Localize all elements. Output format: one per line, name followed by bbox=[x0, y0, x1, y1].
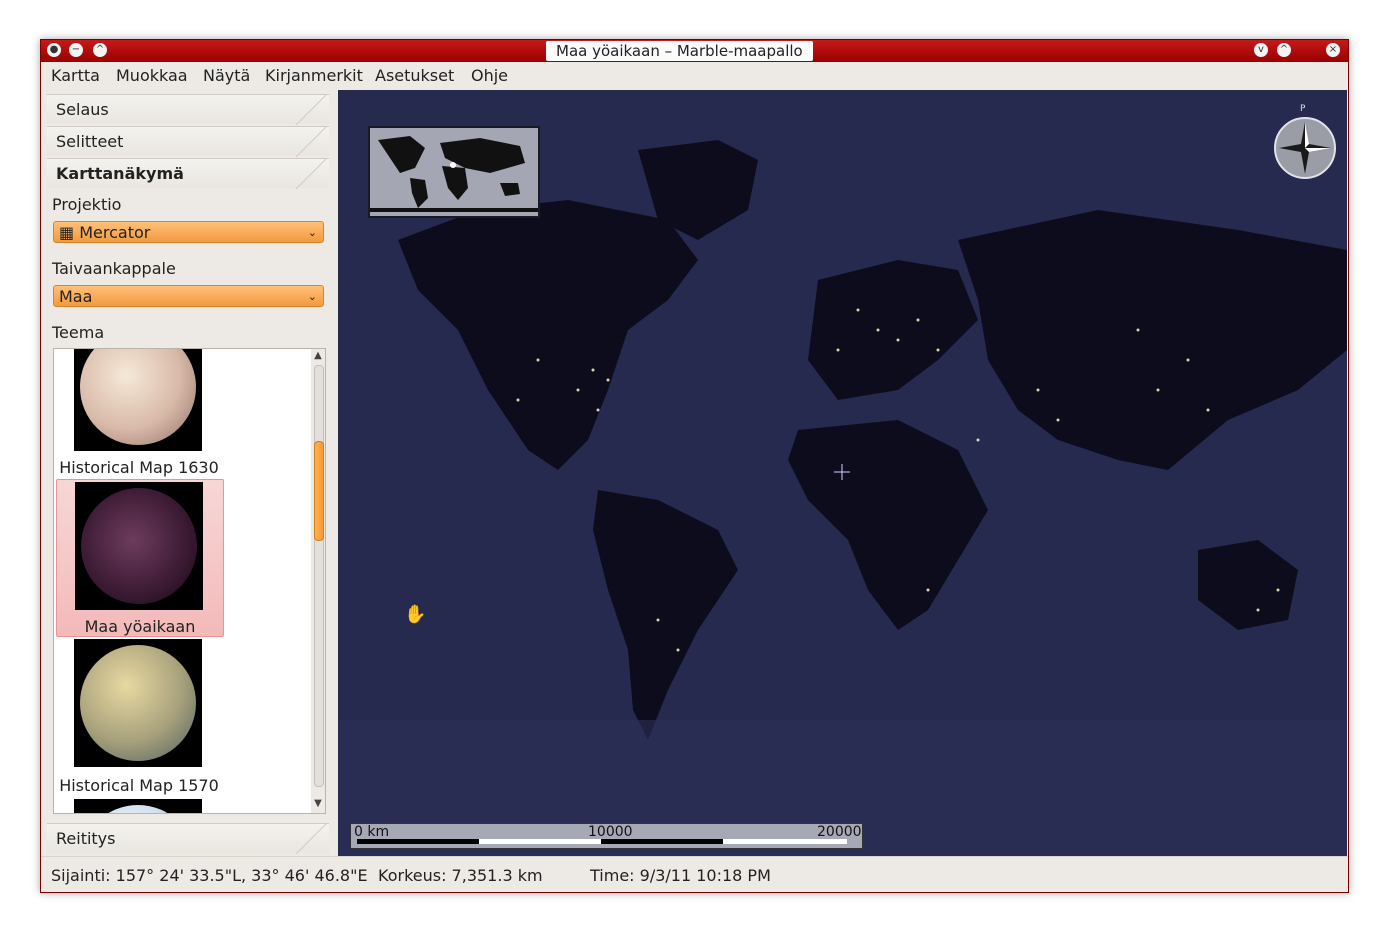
list-item[interactable]: Historical Map 1570 bbox=[56, 639, 222, 795]
chevron-up-icon[interactable]: ▲ bbox=[311, 349, 325, 363]
theme-name: Maa yöaikaan bbox=[84, 617, 196, 636]
theme-thumbnail bbox=[74, 639, 202, 767]
tab-karttanakyma[interactable]: Karttanäkymä bbox=[47, 158, 331, 189]
theme-list[interactable]: Historical Map 1630 Maa yöaikaan Histori… bbox=[53, 348, 312, 814]
menu-ohje[interactable]: Ohje bbox=[471, 66, 508, 85]
scroll-thumb[interactable] bbox=[314, 441, 324, 541]
chevron-down-icon: ⌄ bbox=[307, 226, 317, 239]
status-time: Time: 9/3/11 10:18 PM bbox=[590, 866, 771, 885]
tab-reititys[interactable]: Reititys bbox=[47, 823, 331, 854]
menu-asetukset[interactable]: Asetukset bbox=[375, 66, 454, 85]
globe-icon bbox=[80, 349, 196, 445]
chevron-down-icon[interactable]: ▼ bbox=[311, 797, 325, 811]
projection-select[interactable]: ▦ Mercator ⌄ bbox=[53, 221, 324, 243]
tab-selitteet[interactable]: Selitteet bbox=[47, 126, 331, 157]
window-menu-icon[interactable]: ● bbox=[47, 43, 61, 57]
list-item[interactable]: Historical Map 1630 bbox=[56, 349, 222, 479]
list-item[interactable] bbox=[56, 799, 222, 813]
globe-icon bbox=[81, 488, 197, 604]
main-window: ● − ^ Maa yöaikaan – Marble-maapallo v ^… bbox=[40, 39, 1349, 893]
keep-above-icon[interactable]: ^ bbox=[93, 43, 107, 57]
minimize-icon[interactable]: v bbox=[1254, 43, 1268, 57]
chevron-down-icon: ⌄ bbox=[307, 290, 317, 303]
projection-value: Mercator bbox=[79, 223, 151, 242]
theme-name: Historical Map 1630 bbox=[59, 458, 219, 477]
menu-bar: Kartta Muokkaa Näytä Kirjanmerkit Asetuk… bbox=[41, 62, 1348, 90]
globe-icon bbox=[80, 805, 196, 813]
theme-scrollbar[interactable]: ▲ ▼ bbox=[311, 348, 326, 814]
tab-selitteet-label: Selitteet bbox=[56, 132, 124, 151]
maximize-icon[interactable]: ^ bbox=[1277, 43, 1291, 57]
grid-icon: ▦ bbox=[59, 223, 75, 242]
map-view[interactable]: P ✋ 0 km 10000 20000 bbox=[338, 90, 1347, 856]
menu-muokkaa[interactable]: Muokkaa bbox=[116, 66, 188, 85]
menu-kartta[interactable]: Kartta bbox=[51, 66, 100, 85]
close-icon[interactable]: × bbox=[1326, 43, 1340, 57]
compass-icon bbox=[1274, 117, 1336, 179]
tab-karttanakyma-label: Karttanäkymä bbox=[56, 164, 184, 183]
list-item-selected[interactable]: Maa yöaikaan bbox=[56, 479, 224, 637]
title-bar[interactable]: ● − ^ Maa yöaikaan – Marble-maapallo v ^… bbox=[41, 40, 1348, 62]
projection-label: Projektio bbox=[52, 195, 122, 214]
scale-end: 20000 bbox=[817, 824, 861, 840]
window-title: Maa yöaikaan – Marble-maapallo bbox=[546, 41, 813, 61]
scale-start: 0 km bbox=[354, 824, 390, 840]
tab-selaus-label: Selaus bbox=[56, 100, 109, 119]
status-location: Sijainti: 157° 24' 33.5"L, 33° 46' 46.8"… bbox=[51, 866, 368, 885]
theme-name: Historical Map 1570 bbox=[59, 776, 219, 795]
theme-thumbnail bbox=[74, 349, 202, 451]
overview-map[interactable] bbox=[368, 126, 540, 218]
celestial-label: Taivaankappale bbox=[52, 259, 176, 278]
theme-thumbnail bbox=[74, 799, 202, 813]
scale-mid: 10000 bbox=[588, 824, 633, 840]
menu-kirjanmerkit[interactable]: Kirjanmerkit bbox=[265, 66, 363, 85]
tab-selaus[interactable]: Selaus bbox=[47, 94, 331, 125]
menu-nayta[interactable]: Näytä bbox=[203, 66, 250, 85]
scale-bar: 0 km 10000 20000 bbox=[350, 823, 863, 849]
status-bar: Sijainti: 157° 24' 33.5"L, 33° 46' 46.8"… bbox=[41, 856, 1348, 892]
status-altitude: Korkeus: 7,351.3 km bbox=[378, 866, 543, 885]
theme-label: Teema bbox=[52, 323, 105, 342]
celestial-value: Maa bbox=[59, 287, 93, 306]
compass-label: P bbox=[1300, 104, 1306, 114]
overview-world-icon bbox=[370, 128, 538, 216]
tab-reititys-label: Reititys bbox=[56, 829, 116, 848]
globe-icon bbox=[80, 645, 196, 761]
hand-cursor-icon: ✋ bbox=[404, 604, 427, 625]
sidebar: Selaus Selitteet Karttanäkymä Projektio … bbox=[41, 90, 337, 856]
minimize-button-icon[interactable]: − bbox=[69, 43, 83, 57]
theme-thumbnail bbox=[75, 482, 203, 610]
compass[interactable]: P bbox=[1273, 104, 1337, 180]
celestial-select[interactable]: Maa ⌄ bbox=[53, 285, 324, 307]
